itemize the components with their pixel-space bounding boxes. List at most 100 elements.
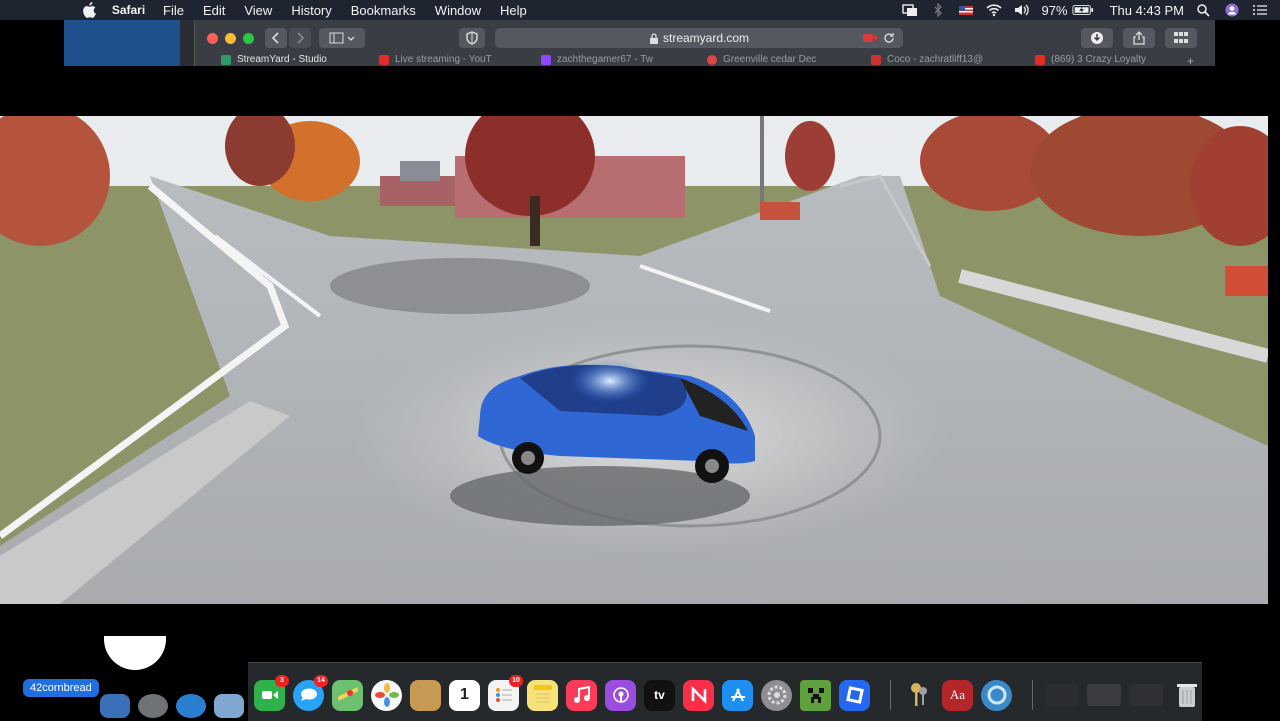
bluetooth-icon[interactable]: [930, 3, 946, 17]
messages-badge: 14: [314, 674, 328, 687]
zoom-window-button[interactable]: [243, 33, 254, 44]
calendar-icon[interactable]: 1: [449, 679, 480, 711]
dock-divider: [890, 680, 891, 710]
minimize-window-button[interactable]: [225, 33, 236, 44]
finder-window-thumb-icon[interactable]: [100, 694, 130, 718]
clock[interactable]: Thu 4:43 PM: [1110, 3, 1184, 18]
facetime-badge: 3: [275, 674, 289, 687]
privacy-report-button[interactable]: [459, 28, 485, 48]
record-ring-icon: [987, 685, 1006, 705]
tab-youtube-live[interactable]: Live streaming - YouT: [379, 54, 492, 66]
tab-twitch[interactable]: zachthegamer67 - Tw: [541, 54, 653, 66]
share-button[interactable]: [1123, 28, 1155, 48]
mail-icon[interactable]: [214, 694, 244, 718]
system-preferences-icon[interactable]: [761, 679, 792, 711]
video-feed[interactable]: [0, 116, 1268, 604]
roblox-icon[interactable]: [839, 679, 870, 711]
keychain-icon[interactable]: [903, 680, 934, 711]
share-icon: [1133, 31, 1145, 45]
dock-minimized-windows: [100, 688, 252, 718]
battery-percent[interactable]: 97%: [1042, 3, 1068, 18]
desktop-background: [64, 20, 180, 66]
menu-window[interactable]: Window: [435, 3, 481, 18]
recording-indicator-icon[interactable]: [863, 33, 877, 43]
menu-history[interactable]: History: [291, 3, 331, 18]
podcasts-icon[interactable]: [605, 679, 636, 711]
notification-center-icon[interactable]: [1252, 3, 1268, 17]
trash-icon[interactable]: [1171, 680, 1202, 711]
notebook-icon[interactable]: [410, 679, 441, 711]
apple-tv-icon[interactable]: tv: [644, 679, 675, 711]
messages-icon[interactable]: 14: [293, 674, 328, 711]
chat-bubble-icon: [300, 688, 317, 701]
url-text: streamyard.com: [662, 31, 750, 45]
menu-help[interactable]: Help: [500, 3, 527, 18]
address-bar[interactable]: streamyard.com: [495, 28, 903, 48]
facetime-icon[interactable]: 3: [254, 674, 289, 711]
screen-mirroring-icon[interactable]: [901, 3, 918, 17]
chevron-right-icon: [297, 32, 305, 44]
tab-streamyard[interactable]: StreamYard - Studio: [221, 54, 327, 66]
twitch-favicon-icon: [541, 55, 551, 65]
flower-icon: [374, 683, 399, 707]
notes-icon[interactable]: [527, 679, 558, 711]
tab-label: Live streaming - YouT: [395, 54, 492, 65]
menu-edit[interactable]: Edit: [203, 3, 225, 18]
forward-button[interactable]: [289, 28, 311, 48]
maps-icon[interactable]: [332, 679, 363, 711]
reminders-icon[interactable]: 10: [488, 674, 523, 711]
dictionary-icon[interactable]: Aa: [942, 679, 973, 711]
safari-window: streamyard.com StreamYard - Studio Live …: [64, 20, 1215, 66]
chevron-left-icon: [271, 32, 279, 44]
calendar-date: 1: [460, 686, 469, 703]
safari-icon[interactable]: [176, 694, 206, 718]
tab-youtube-video[interactable]: (869) 3 Crazy Loyalty: [1035, 54, 1146, 66]
app-store-a-icon: [730, 688, 745, 702]
screen-recorder-icon[interactable]: [981, 679, 1012, 711]
sidebar-toggle-button[interactable]: [319, 28, 365, 48]
app-store-icon[interactable]: [722, 679, 753, 711]
window-thumb-1-icon[interactable]: [1045, 684, 1079, 706]
user-account-icon[interactable]: [1224, 3, 1240, 17]
site-favicon-icon: [707, 55, 717, 65]
menu-file[interactable]: File: [163, 3, 184, 18]
launchpad-icon[interactable]: [138, 694, 168, 718]
tab-label: (869) 3 Crazy Loyalty: [1051, 54, 1147, 65]
volume-icon[interactable]: [1014, 3, 1030, 17]
tab-label: zachthegamer67 - Tw: [557, 54, 653, 65]
tab-coco[interactable]: Coco - zachratliff13@: [871, 54, 983, 66]
tab-greenville[interactable]: Greenville cedar Dec: [707, 54, 816, 66]
photos-icon[interactable]: [371, 679, 402, 711]
battery-charging-icon[interactable]: [1072, 3, 1094, 17]
reminders-badge: 10: [509, 674, 523, 687]
streamyard-favicon-icon: [221, 55, 231, 65]
news-icon[interactable]: [683, 679, 714, 711]
downloads-button[interactable]: [1081, 28, 1113, 48]
menu-bookmarks[interactable]: Bookmarks: [351, 3, 416, 18]
new-tab-button[interactable]: +: [1187, 54, 1194, 66]
us-flag-icon[interactable]: [958, 3, 974, 17]
tab-label: StreamYard - Studio: [237, 54, 327, 65]
tab-label: Coco - zachratliff13@: [887, 54, 984, 65]
safari-toolbar: streamyard.com StreamYard - Studio Live …: [194, 20, 1215, 66]
window-thumb-2-icon[interactable]: [1087, 684, 1121, 706]
roblox-logo-icon: [845, 686, 864, 704]
apple-logo-icon[interactable]: [82, 2, 96, 18]
minecraft-icon[interactable]: [800, 679, 831, 711]
dock-divider: [1032, 680, 1033, 710]
note-lines-icon: [533, 685, 552, 703]
webcam-overlay: [104, 636, 166, 670]
menu-view[interactable]: View: [244, 3, 272, 18]
back-button[interactable]: [265, 28, 287, 48]
music-icon[interactable]: [566, 679, 597, 711]
spotlight-search-icon[interactable]: [1196, 3, 1212, 17]
video-camera-icon: [261, 691, 278, 699]
window-thumb-3-icon[interactable]: [1129, 684, 1163, 706]
reload-icon[interactable]: [883, 32, 895, 44]
grid-icon: [1174, 32, 1188, 43]
tab-overview-button[interactable]: [1165, 28, 1197, 48]
game-driving-scene: [0, 116, 1268, 604]
trash-can-icon: [1176, 684, 1197, 707]
close-window-button[interactable]: [207, 33, 218, 44]
wifi-icon[interactable]: [985, 3, 1002, 17]
